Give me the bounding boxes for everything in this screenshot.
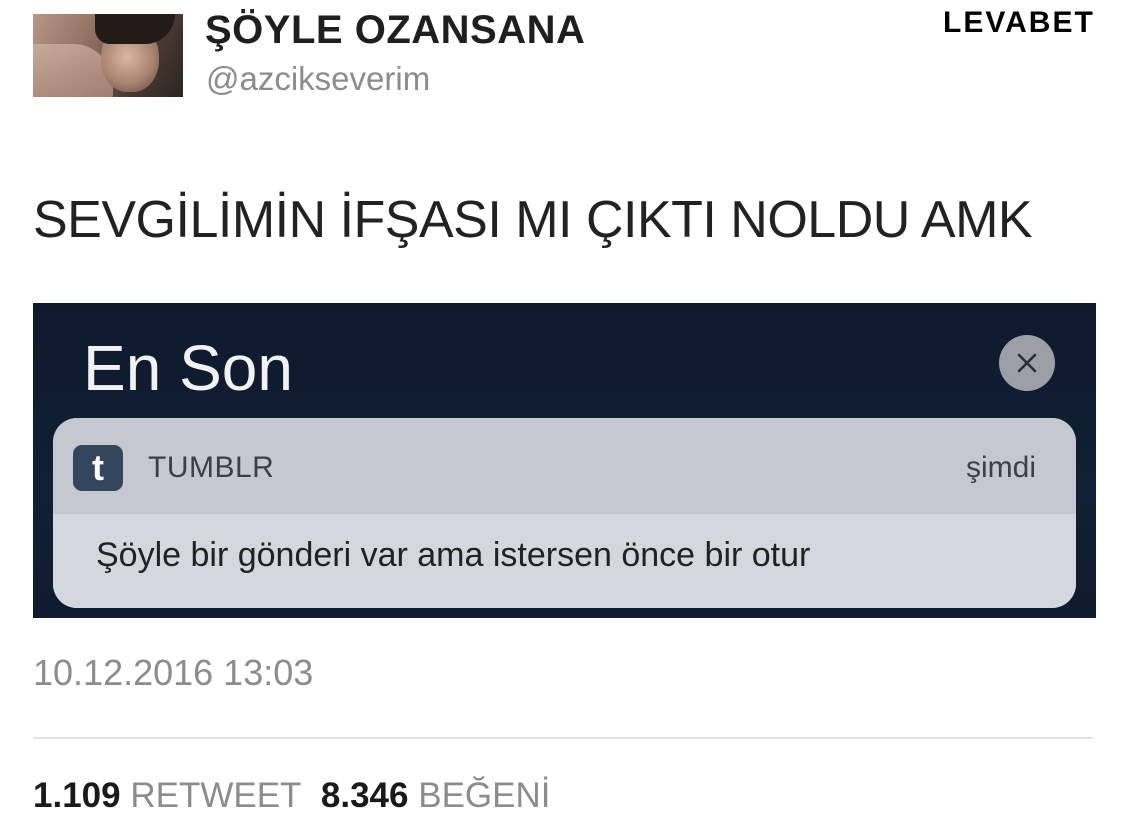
embedded-screenshot: En Son t TUMBLR şimdi Şöyle bir gönderi … bbox=[33, 303, 1096, 618]
avatar[interactable] bbox=[33, 14, 183, 97]
divider bbox=[33, 737, 1093, 739]
like-label[interactable]: BEĞENİ bbox=[418, 776, 550, 815]
tweet-text: SEVGİLİMİN İFŞASI MI ÇIKTI NOLDU AMK bbox=[33, 191, 1033, 249]
notification-card: t TUMBLR şimdi Şöyle bir gönderi var ama… bbox=[53, 418, 1076, 608]
notification-time: şimdi bbox=[965, 451, 1036, 484]
display-name[interactable]: ŞÖYLE OZANSANA bbox=[205, 8, 585, 53]
notification-app-name: TUMBLR bbox=[148, 451, 275, 484]
avatar-hair bbox=[95, 14, 175, 44]
notification-header: t TUMBLR şimdi bbox=[53, 418, 1076, 514]
notification-body: Şöyle bir gönderi var ama istersen önce … bbox=[53, 514, 1076, 608]
close-icon bbox=[1017, 353, 1037, 373]
tumblr-icon: t bbox=[73, 445, 123, 491]
tweet-stats: 1.109 RETWEET 8.346 BEĞENİ bbox=[33, 776, 550, 816]
brand-logo: LEVABET bbox=[943, 6, 1095, 39]
notification-message: Şöyle bir gönderi var ama istersen önce … bbox=[96, 536, 811, 574]
tweet-timestamp: 10.12.2016 13:03 bbox=[33, 652, 314, 693]
like-count[interactable]: 8.346 bbox=[321, 776, 409, 815]
notification-center-title: En Son bbox=[83, 332, 293, 404]
retweet-label[interactable]: RETWEET bbox=[130, 776, 301, 815]
close-button bbox=[999, 335, 1055, 391]
user-handle[interactable]: @azcikseverim bbox=[206, 60, 430, 98]
retweet-count[interactable]: 1.109 bbox=[33, 776, 121, 815]
